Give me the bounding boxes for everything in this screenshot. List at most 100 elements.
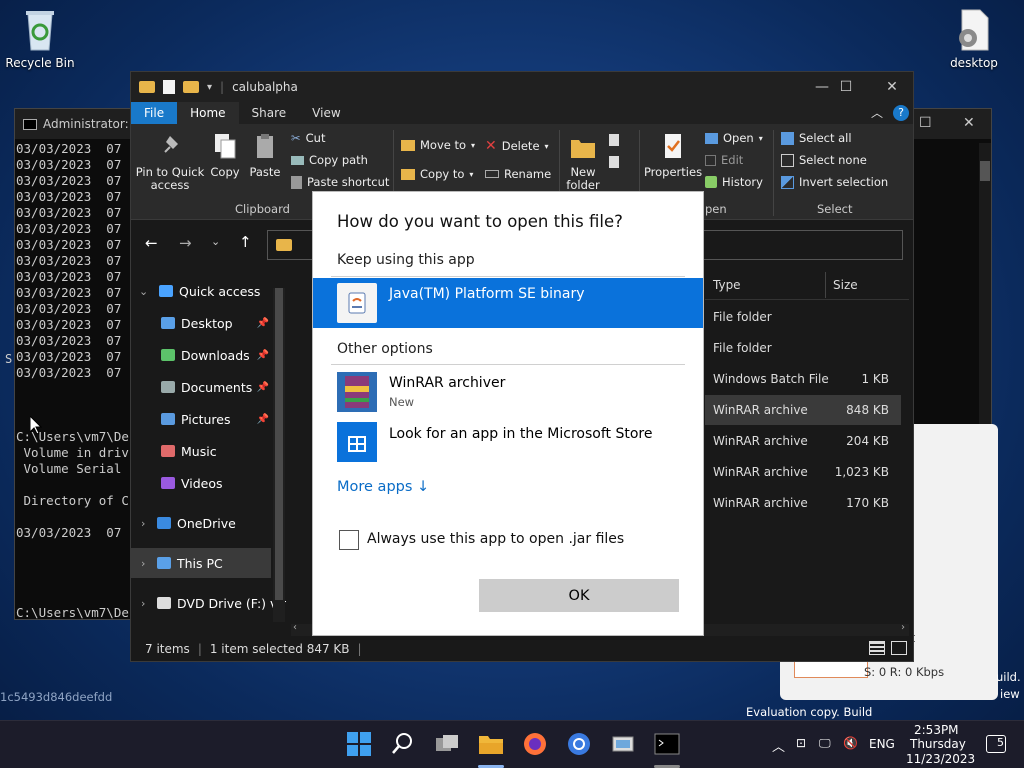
clock-date[interactable]: 11/23/2023 bbox=[906, 752, 975, 766]
paste-shortcut-button[interactable]: Paste shortcut bbox=[291, 175, 389, 189]
recent-chevron-icon[interactable]: ⌄ bbox=[211, 235, 220, 248]
pin-icon: 📌 bbox=[256, 413, 269, 425]
tab-file[interactable]: File bbox=[131, 102, 178, 124]
open-with-dialog[interactable]: How do you want to open this file? Keep … bbox=[312, 191, 704, 636]
collapse-ribbon-icon[interactable]: ︿ bbox=[865, 102, 889, 124]
close-button[interactable]: ✕ bbox=[869, 72, 915, 102]
invert-selection-button[interactable]: Invert selection bbox=[781, 175, 888, 189]
expand-chevron-icon[interactable]: › bbox=[141, 517, 145, 530]
rename-button[interactable]: Rename bbox=[485, 167, 551, 181]
large-icons-view-icon[interactable] bbox=[891, 641, 907, 655]
new-item-icon[interactable] bbox=[607, 132, 629, 175]
file-type: WinRAR archive bbox=[713, 403, 808, 417]
properties-small-icon[interactable] bbox=[163, 80, 175, 94]
open-group-label: pen bbox=[705, 202, 727, 216]
network-app-icon[interactable] bbox=[610, 731, 636, 757]
firefox-icon[interactable] bbox=[522, 731, 548, 757]
pin-to-quick-access-button[interactable]: Pin to Quick access bbox=[135, 132, 205, 192]
file-row[interactable]: File folder bbox=[705, 302, 901, 332]
properties-button[interactable]: Properties bbox=[643, 132, 703, 179]
notification-center-icon[interactable]: 5 bbox=[986, 735, 1006, 753]
download-icon bbox=[161, 349, 175, 361]
new-folder-small-icon[interactable] bbox=[183, 81, 199, 93]
file-row[interactable]: File folder bbox=[705, 333, 901, 363]
expand-chevron-icon[interactable]: ⌄ bbox=[139, 285, 148, 298]
forward-arrow-icon[interactable]: → bbox=[179, 234, 192, 252]
nav-item-music[interactable]: Music bbox=[131, 436, 271, 466]
clock-time[interactable]: 2:53PM bbox=[914, 723, 959, 737]
copy-button[interactable]: Copy bbox=[207, 132, 243, 179]
nav-item-videos[interactable]: Videos bbox=[131, 468, 271, 498]
desktop-file-label: desktop bbox=[950, 56, 998, 70]
tab-share[interactable]: Share bbox=[239, 102, 300, 124]
browser-icon[interactable] bbox=[566, 731, 592, 757]
clock-day[interactable]: Thursday bbox=[910, 737, 966, 751]
start-windows-icon[interactable] bbox=[346, 731, 372, 757]
copy-path-button[interactable]: Copy path bbox=[291, 153, 368, 167]
expand-chevron-icon[interactable]: › bbox=[141, 597, 145, 610]
nav-item-pictures[interactable]: Pictures 📌 bbox=[131, 404, 271, 434]
nav-item-onedrive[interactable]: › OneDrive bbox=[131, 508, 271, 538]
file-row[interactable]: WinRAR archive 848 KB bbox=[705, 395, 901, 425]
tab-home[interactable]: Home bbox=[177, 102, 239, 124]
chevron-down-icon[interactable]: ▾ bbox=[207, 82, 212, 93]
window-title: calubalpha bbox=[232, 80, 298, 94]
column-type[interactable]: Type bbox=[713, 278, 741, 292]
select-all-button[interactable]: Select all bbox=[781, 131, 852, 145]
store-app-option[interactable]: Look for an app in the Microsoft Store bbox=[313, 418, 703, 468]
network-icon[interactable]: 🖵 bbox=[819, 736, 831, 751]
nav-item-desktop[interactable]: Desktop 📌 bbox=[131, 308, 271, 338]
eval-line-1: uild. bbox=[996, 670, 1021, 684]
toast-graph bbox=[794, 660, 868, 678]
pin-icon: 📌 bbox=[256, 381, 269, 393]
select-none-button[interactable]: Select none bbox=[781, 153, 867, 167]
recycle-bin-shortcut[interactable]: Recycle Bin bbox=[0, 8, 80, 70]
file-row[interactable]: WinRAR archive 204 KB bbox=[705, 426, 901, 456]
help-icon[interactable]: ? bbox=[893, 105, 909, 121]
back-arrow-icon[interactable]: ← bbox=[145, 234, 158, 252]
copy-to-button[interactable]: Copy to ▾ bbox=[401, 167, 473, 181]
pin-icon: 📌 bbox=[256, 317, 269, 329]
nav-item-documents[interactable]: Documents 📌 bbox=[131, 372, 271, 402]
cmd-close-button[interactable]: ✕ bbox=[963, 115, 975, 131]
nav-item-downloads[interactable]: Downloads 📌 bbox=[131, 340, 271, 370]
tab-view[interactable]: View bbox=[299, 102, 353, 124]
nav-item-this-pc[interactable]: › This PC bbox=[131, 548, 271, 578]
folder-icon[interactable] bbox=[139, 81, 155, 93]
file-row[interactable]: WinRAR archive 170 KB bbox=[705, 488, 901, 518]
desktop-file-shortcut[interactable]: desktop bbox=[934, 8, 1014, 70]
details-view-icon[interactable] bbox=[869, 641, 885, 655]
paste-button[interactable]: Paste bbox=[247, 132, 283, 179]
search-icon[interactable] bbox=[390, 731, 416, 757]
file-explorer-taskbar-icon[interactable] bbox=[478, 731, 504, 757]
nav-item-quick-access[interactable]: ⌄ Quick access bbox=[131, 276, 271, 306]
terminal-icon[interactable] bbox=[654, 731, 680, 757]
tray-device-icon[interactable]: ⊡ bbox=[796, 736, 806, 750]
new-folder-button[interactable]: New folder bbox=[563, 132, 603, 192]
nav-item-label: Quick access bbox=[179, 283, 261, 299]
nav-scrollbar[interactable] bbox=[273, 288, 285, 622]
more-apps-link[interactable]: More apps ↓ bbox=[337, 479, 429, 495]
language-indicator[interactable]: ENG bbox=[869, 737, 895, 751]
nav-item-dvd-drive-f-vir[interactable]: › DVD Drive (F:) vir bbox=[131, 588, 286, 618]
show-hidden-icons-chevron-icon[interactable]: ︿ bbox=[772, 736, 785, 755]
move-to-button[interactable]: Move to ▾ bbox=[401, 138, 475, 152]
cmd-maximize-button[interactable]: ☐ bbox=[919, 115, 932, 131]
expand-chevron-icon[interactable]: › bbox=[141, 557, 145, 570]
edit-button[interactable]: Edit bbox=[705, 153, 743, 167]
file-row[interactable]: WinRAR archive 1,023 KB bbox=[705, 457, 901, 487]
ok-button[interactable]: OK bbox=[479, 579, 679, 612]
cut-button[interactable]: ✂ Cut bbox=[291, 131, 325, 145]
column-size[interactable]: Size bbox=[833, 278, 858, 292]
winrar-app-option[interactable]: WinRAR archiver New bbox=[313, 368, 703, 418]
task-view-icon[interactable] bbox=[434, 731, 460, 757]
delete-button[interactable]: ✕ Delete ▾ bbox=[485, 138, 549, 154]
maximize-icon[interactable]: ☐ bbox=[823, 72, 869, 102]
always-use-checkbox[interactable] bbox=[339, 530, 359, 550]
open-button[interactable]: Open ▾ bbox=[705, 131, 763, 145]
volume-muted-icon[interactable]: 🔇 bbox=[843, 736, 858, 750]
up-arrow-icon[interactable]: ↑ bbox=[239, 233, 252, 251]
history-button[interactable]: History bbox=[705, 175, 763, 189]
java-app-option[interactable]: Java(TM) Platform SE binary bbox=[313, 278, 703, 328]
file-row[interactable]: Windows Batch File 1 KB bbox=[705, 364, 901, 394]
